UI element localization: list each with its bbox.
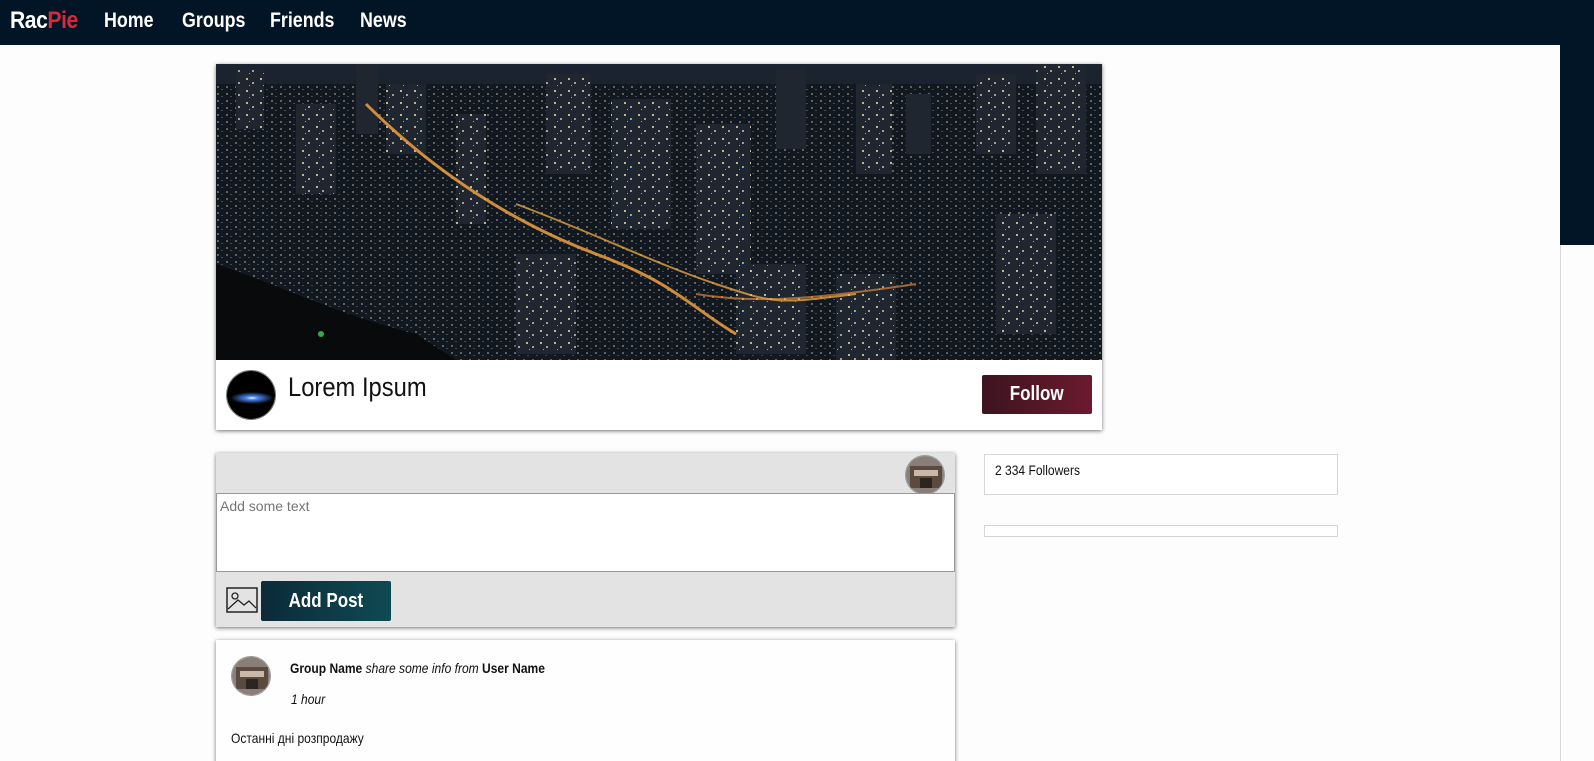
follow-button-label: Follow	[1010, 383, 1064, 405]
brand-logo-part1: Rac	[10, 7, 48, 34]
feed-post: Group Name share some info from User Nam…	[216, 640, 955, 761]
post-group-name[interactable]: Group Name	[290, 660, 362, 676]
post-text-input[interactable]	[216, 493, 955, 572]
add-post-button[interactable]: Add Post	[261, 581, 391, 621]
nav-link-groups[interactable]: Groups	[182, 9, 245, 33]
page-scrollbar[interactable]	[1560, 0, 1594, 761]
image-icon[interactable]	[226, 587, 258, 613]
brand-logo[interactable]: RacPie	[10, 7, 78, 35]
nav-link-news[interactable]: News	[360, 9, 407, 33]
nav-link-home[interactable]: Home	[104, 9, 154, 33]
profile-header-card: Lorem Ipsum Follow	[216, 64, 1102, 430]
profile-name: Lorem Ipsum	[288, 372, 427, 402]
post-user-name[interactable]: User Name	[482, 660, 545, 676]
profile-avatar[interactable]	[226, 370, 276, 420]
followers-count[interactable]: 2 334 Followers	[995, 462, 1080, 478]
followers-panel: 2 334 Followers	[984, 454, 1338, 495]
brand-logo-part2: Pie	[47, 7, 78, 34]
cover-image	[216, 64, 1102, 360]
post-avatar[interactable]	[231, 656, 271, 696]
post-share-text: share some info from	[365, 660, 479, 676]
post-timestamp: 1 hour	[291, 691, 326, 707]
post-header: Group Name share some info from User Nam…	[290, 660, 545, 676]
nav-link-friends[interactable]: Friends	[270, 9, 334, 33]
current-user-avatar[interactable]	[905, 455, 945, 495]
top-nav-bar: RacPie Home Groups Friends News	[0, 0, 1594, 45]
post-body-text: Останні дні розпродажу	[231, 730, 364, 746]
add-post-button-label: Add Post	[288, 589, 364, 612]
post-composer: Add Post	[216, 453, 955, 627]
scrollbar-thumb[interactable]	[1560, 0, 1594, 245]
follow-button[interactable]: Follow	[982, 375, 1092, 414]
side-panel-box	[984, 525, 1338, 537]
